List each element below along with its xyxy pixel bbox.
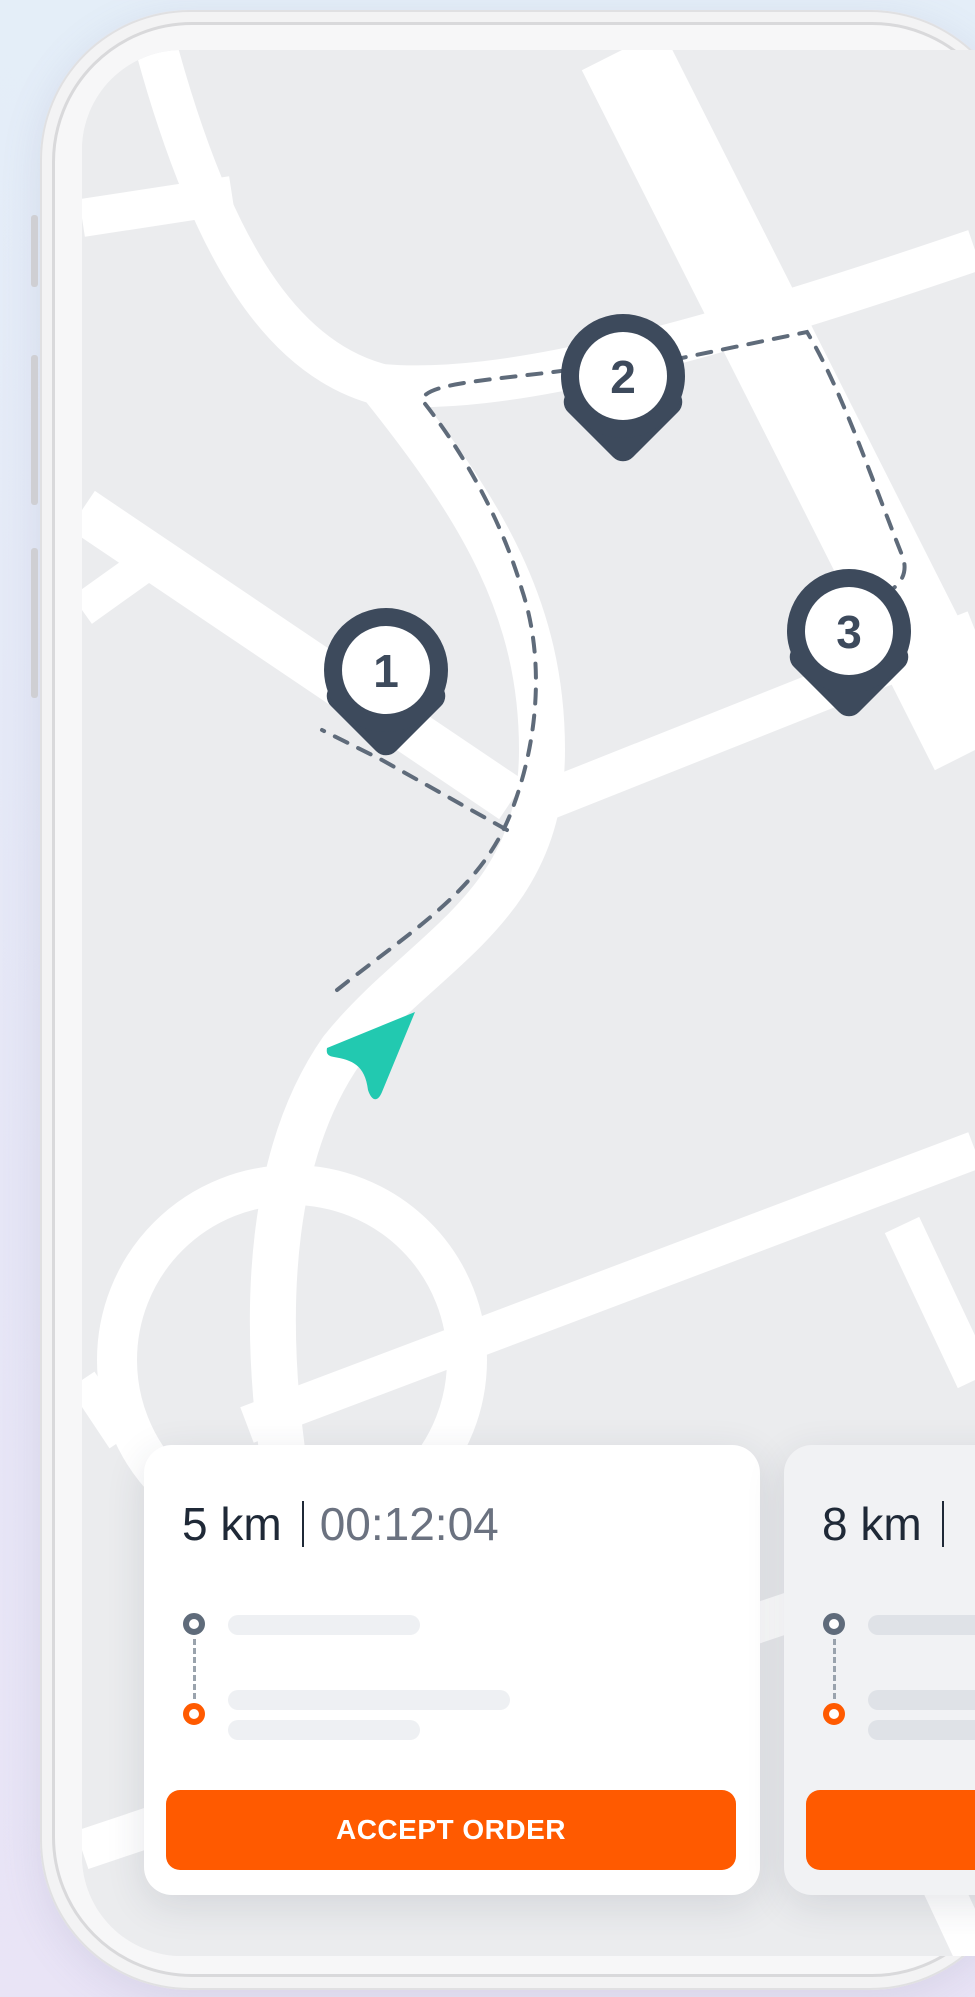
volume-down-button (31, 548, 38, 698)
stop-pin-2-number: 2 (610, 351, 636, 403)
volume-up-button (31, 355, 38, 505)
stop-pin-3-number: 3 (836, 606, 862, 658)
route-connector (193, 1639, 196, 1699)
header-divider (941, 1501, 944, 1547)
app-screen: 1 2 3 5 km 00:12:04 ACCEPT ORDER 8 km (82, 50, 975, 1956)
order-distance: 8 km (822, 1498, 922, 1550)
dropoff-address-placeholder (868, 1690, 975, 1710)
pickup-marker-icon (183, 1613, 205, 1635)
pickup-address-placeholder (868, 1615, 975, 1635)
pickup-address-placeholder (228, 1615, 420, 1635)
dropoff-address-placeholder (228, 1690, 510, 1710)
header-divider (301, 1501, 304, 1547)
mute-switch (31, 215, 38, 287)
route-connector (833, 1639, 836, 1699)
order-card-header: 5 km 00:12:04 (182, 1497, 499, 1551)
order-time: 00:12:04 (319, 1498, 499, 1550)
dropoff-detail-placeholder (228, 1720, 420, 1740)
order-distance: 5 km (182, 1498, 282, 1550)
dropoff-detail-placeholder (868, 1720, 975, 1740)
pickup-marker-icon (823, 1613, 845, 1635)
order-card[interactable]: 5 km 00:12:04 ACCEPT ORDER (144, 1445, 760, 1895)
dropoff-marker-icon (183, 1703, 205, 1725)
order-card-header: 8 km (822, 1497, 960, 1551)
dropoff-marker-icon (823, 1703, 845, 1725)
accept-order-button[interactable]: ACCEPT ORDER (166, 1790, 736, 1870)
accept-order-button[interactable] (806, 1790, 975, 1870)
order-card-next[interactable]: 8 km (784, 1445, 975, 1895)
stop-pin-1-number: 1 (373, 645, 399, 697)
